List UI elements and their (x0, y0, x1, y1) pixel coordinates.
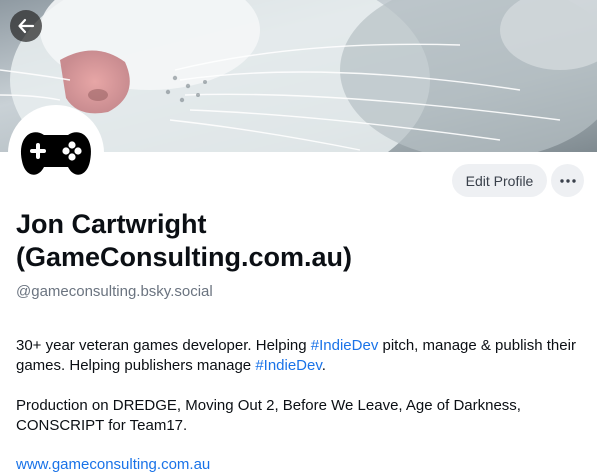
profile-handle: @gameconsulting.bsky.social (16, 283, 213, 300)
edit-profile-label: Edit Profile (465, 172, 534, 189)
back-button[interactable] (10, 10, 42, 42)
edit-profile-button[interactable]: Edit Profile (452, 164, 547, 197)
bio-paragraph-2: Production on DREDGE, Moving Out 2, Befo… (16, 397, 521, 434)
more-options-button[interactable] (551, 164, 584, 197)
arrow-left-icon (18, 18, 35, 34)
hashtag-link[interactable]: #IndieDev (255, 357, 321, 374)
bio-paragraph-1: 30+ year veteran games developer. Helpin… (16, 336, 586, 376)
bio-text: . (321, 357, 326, 374)
display-name-line1: Jon Cartwright (16, 209, 207, 239)
display-name: Jon Cartwright (GameConsulting.com.au) (16, 208, 576, 274)
website-link[interactable]: www.gameconsulting.com.au (16, 456, 210, 473)
gamepad-icon (21, 132, 91, 175)
display-name-line2: (GameConsulting.com.au) (16, 242, 353, 272)
profile-bio: 30+ year veteran games developer. Helpin… (16, 336, 586, 436)
hashtag-link[interactable]: #IndieDev (311, 337, 379, 354)
bio-text: 30+ year veteran games developer. Helpin… (16, 337, 311, 354)
ellipsis-icon (559, 178, 576, 183)
avatar[interactable] (8, 105, 104, 201)
